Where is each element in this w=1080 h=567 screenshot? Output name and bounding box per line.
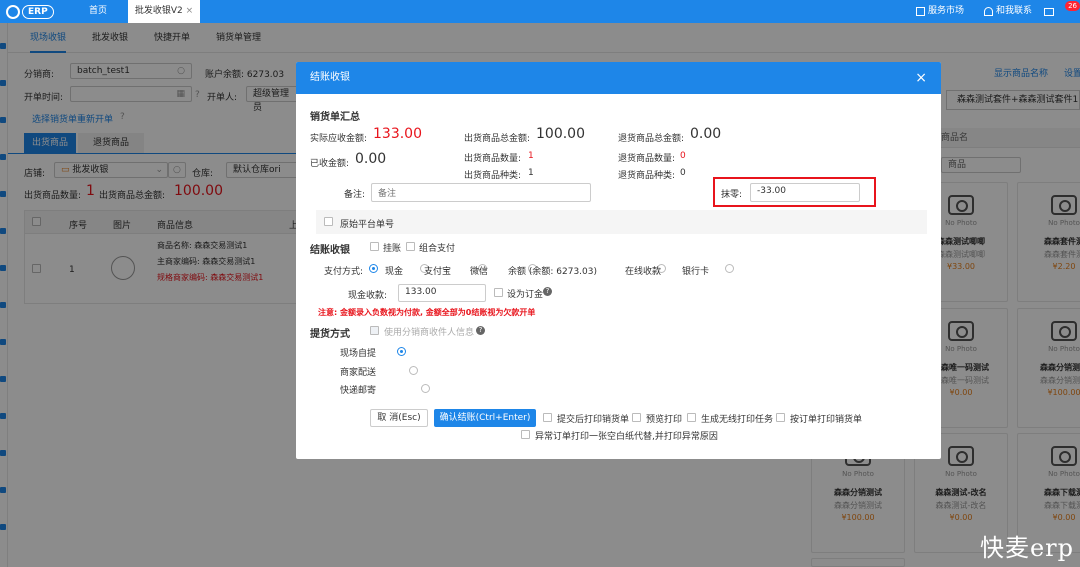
deposit-label: 设为订金 [507, 290, 544, 300]
grid-icon [916, 7, 925, 16]
platform-order-label: 原始平台单号 [340, 220, 395, 230]
received-value: 0.00 [355, 151, 387, 167]
platform-order-row: 原始平台单号 [316, 210, 927, 234]
remark-input[interactable] [371, 183, 591, 202]
ret-total-label: 退货商品总金额: [618, 134, 685, 144]
mail-icon [1044, 7, 1054, 16]
use-receiver-label: 使用分销商收件人信息 [384, 328, 475, 338]
abnormal-label: 异常订单打印一张空白纸代替,并打印异常原因 [535, 432, 718, 442]
pay-cash-label: 现金 [385, 267, 404, 277]
pay-online-label: 在线收款 [625, 267, 662, 277]
wireless-label: 生成无线打印任务 [701, 415, 774, 425]
help-icon: ? [476, 326, 485, 335]
tab-home[interactable]: 首页 [70, 0, 126, 23]
received-label: 已收金额: [310, 159, 350, 169]
summary-title: 销货单汇总 [310, 112, 360, 123]
contact-link[interactable]: 和我联系 [984, 0, 1032, 23]
erp-logo: ERP [6, 3, 54, 20]
delivery-merchant-label: 商家配送 [340, 368, 377, 378]
watermark: 快麦erp [979, 534, 1074, 562]
out-kinds-label: 出货商品种类: [464, 171, 522, 181]
preview-checkbox[interactable] [632, 413, 641, 422]
service-market-link[interactable]: 服务市场 [916, 0, 964, 23]
hang-checkbox[interactable] [370, 242, 379, 251]
pay-bank-label: 银行卡 [682, 267, 710, 277]
message-badge: 26 [1065, 1, 1080, 11]
ret-kinds-label: 退货商品种类: [618, 171, 676, 181]
message-button[interactable]: 26 [1044, 0, 1080, 23]
out-qty-label: 出货商品数量: [464, 154, 522, 164]
ret-kinds-value: 0 [680, 168, 686, 178]
pay-alipay-label: 支付宝 [424, 267, 452, 277]
pay-cash-radio[interactable] [369, 264, 378, 273]
wireless-checkbox[interactable] [687, 413, 696, 422]
hang-label: 挂账 [383, 244, 402, 254]
ret-qty-value: 0 [680, 151, 686, 161]
delivery-title: 提货方式 [310, 329, 350, 340]
receivable-label: 实际应收金额: [310, 134, 368, 144]
close-icon[interactable]: × [186, 6, 194, 16]
combo-pay-label: 组合支付 [419, 244, 456, 254]
abnormal-checkbox[interactable] [521, 430, 530, 439]
rounding-input[interactable]: -33.00 [750, 183, 860, 202]
delivery-pickup-radio[interactable] [397, 347, 407, 356]
payment-note: 注意: 金额录入负数视为付款, 金额全部为0结账视为欠款开单 [318, 308, 536, 317]
pay-wechat-label: 微信 [470, 267, 489, 277]
delivery-express-radio[interactable] [421, 384, 430, 393]
out-total-label: 出货商品总金额: [464, 134, 531, 144]
remark-label: 备注: [344, 190, 366, 200]
delivery-merchant-radio[interactable] [409, 366, 419, 375]
rounding-label: 抹零: [721, 190, 743, 200]
checkout-section-title: 结账收银 [310, 245, 350, 256]
tab-label: 批发收银V2 [134, 6, 183, 16]
top-bar: ERP 首页 批发收银V2 × 服务市场 和我联系 26 [0, 0, 1080, 23]
preview-label: 预览打印 [646, 415, 683, 425]
confirm-checkout-button[interactable]: 确认结账(Ctrl+Enter) [434, 409, 536, 427]
checkout-modal: 结账收银 × 销货单汇总 实际应收金额: 133.00 已收金额: 0.00 出… [296, 62, 941, 459]
ret-total-value: 0.00 [690, 126, 722, 142]
cash-label: 现金收款: [348, 291, 388, 301]
close-icon[interactable]: × [915, 62, 927, 94]
use-receiver-checkbox[interactable] [370, 326, 379, 335]
cancel-button[interactable]: 取 消(Esc) [370, 409, 428, 427]
by-order-checkbox[interactable] [776, 413, 785, 422]
delivery-pickup-label: 现场自提 [340, 349, 377, 359]
by-order-label: 按订单打印销货单 [790, 415, 863, 425]
combo-pay-checkbox[interactable] [406, 242, 415, 251]
print-after-checkbox[interactable] [543, 413, 552, 422]
deposit-checkbox[interactable] [494, 288, 503, 297]
receivable-value: 133.00 [373, 126, 422, 142]
print-after-label: 提交后打印销货单 [557, 415, 630, 425]
pay-method-label: 支付方式: [324, 267, 364, 277]
delivery-express-label: 快递邮寄 [340, 386, 377, 396]
pay-bank-radio[interactable] [725, 264, 735, 273]
modal-title: 结账收银 [296, 62, 941, 94]
headset-icon [984, 7, 993, 16]
out-total-value: 100.00 [536, 126, 585, 142]
tab-wholesale-cashier[interactable]: 批发收银V2 × [128, 0, 200, 23]
help-icon: ? [543, 287, 552, 296]
cash-input[interactable]: 133.00 [398, 284, 486, 302]
ret-qty-label: 退货商品数量: [618, 154, 676, 164]
platform-order-checkbox[interactable] [324, 217, 333, 226]
out-kinds-value: 1 [528, 168, 534, 178]
out-qty-value: 1 [528, 151, 534, 161]
pay-balance-label: 余额 (余额: 6273.03) [508, 267, 597, 277]
